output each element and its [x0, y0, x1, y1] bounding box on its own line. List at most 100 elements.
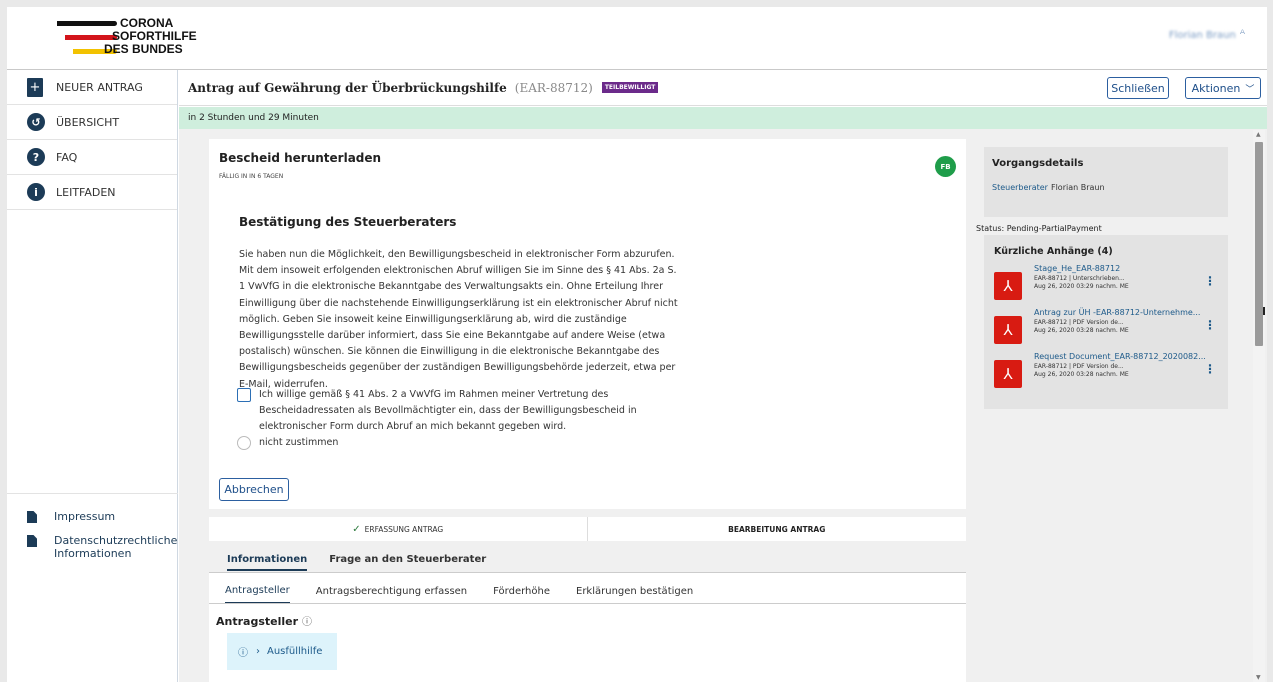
avatar[interactable]: FB — [935, 156, 956, 177]
countdown-banner: in 2 Stunden und 29 Minuten — [179, 107, 1267, 129]
fill-help-label: Ausfüllhilfe — [267, 646, 323, 657]
section-title-text: Antragsteller — [216, 615, 299, 628]
main-content: Bescheid herunterladen FÄLLIG IN IN 6 TA… — [179, 129, 1267, 682]
case-title-bar: Antrag auf Gewährung der Überbrückungshi… — [179, 70, 1267, 106]
new-document-icon: + — [27, 77, 43, 97]
case-details-panel: Vorgangsdetails Steuerberater Florian Bra… — [984, 147, 1228, 217]
case-details-title: Vorgangsdetails — [992, 158, 1084, 169]
status-text: Status: Pending-PartialPayment — [976, 224, 1102, 233]
help-circle-icon: ⓘ — [238, 648, 248, 659]
user-name: Florian Braun — [1168, 30, 1236, 41]
attachment-date: Aug 26, 2020 03:28 nachm. ME — [1034, 371, 1129, 378]
brand-line-2: SOFORTHILFE — [112, 29, 197, 43]
step-label: BEARBEITUNG ANTRAG — [728, 524, 826, 534]
scrollbar-thumb[interactable] — [1255, 142, 1263, 346]
document-icon — [27, 535, 37, 547]
sidebar-footer: Impressum Datenschutzrechtliche Informat… — [7, 493, 178, 571]
text-cursor-icon — [1263, 307, 1265, 315]
task-title: Bescheid herunterladen — [219, 151, 382, 165]
user-menu[interactable]: Florian Braun ᴬ — [1169, 27, 1245, 41]
sidebar-item-new-application[interactable]: + NEUER ANTRAG — [7, 70, 177, 105]
decline-option[interactable]: nicht zustimmen — [237, 435, 338, 451]
sidebar-item-overview[interactable]: ↺ ÜBERSICHT — [7, 105, 177, 140]
attachment-name[interactable]: Stage_He_EAR-88712 — [1034, 264, 1120, 273]
cancel-button[interactable]: Abbrechen — [219, 478, 289, 501]
progress-steps: ✓ ERFASSUNG ANTRAG BEARBEITUNG ANTRAG — [209, 517, 966, 541]
attachment-name[interactable]: Request Document_EAR-88712_2020082... — [1034, 352, 1206, 361]
subtab-declarations[interactable]: Erklärungen bestätigen — [576, 586, 693, 603]
section-title: Antragsteller ⓘ — [216, 613, 312, 628]
more-options-icon[interactable]: ⋮ — [1204, 362, 1216, 376]
privacy-link[interactable]: Datenschutzrechtliche Informationen — [7, 534, 178, 560]
decline-radio[interactable] — [237, 436, 251, 450]
case-reference: (EAR-88712) — [514, 80, 593, 95]
step-capture[interactable]: ✓ ERFASSUNG ANTRAG — [209, 517, 588, 541]
actions-button-label: Aktionen — [1191, 81, 1241, 95]
tax-advisor-label: Steuerberater — [992, 183, 1048, 192]
history-icon: ↺ — [27, 113, 45, 131]
attachment-item[interactable]: ⅄ Antrag zur ÜH -EAR-88712-Unternehme...… — [994, 308, 1222, 348]
brand-line-3: DES BUNDES — [104, 42, 183, 56]
vertical-scrollbar[interactable]: ▲ ▼ — [1253, 130, 1265, 682]
tab-information[interactable]: Informationen — [227, 549, 308, 571]
tab-question-tax-advisor[interactable]: Frage an den Steuerberater — [329, 549, 486, 569]
tax-advisor-row: Steuerberater Florian Braun — [992, 183, 1105, 192]
brand-line-1: CORONA — [120, 16, 174, 30]
question-icon: ? — [27, 148, 45, 166]
attachment-date: Aug 26, 2020 03:29 nachm. ME — [1034, 283, 1129, 290]
app-window: CORONA SOFORTHILFE DES BUNDES Florian Br… — [7, 7, 1267, 682]
info-icon: i — [27, 183, 45, 201]
sidebar-item-label: LEITFADEN — [56, 185, 116, 199]
sidebar-item-guide[interactable]: i LEITFADEN — [7, 175, 177, 210]
brand-logo[interactable]: CORONA SOFORTHILFE DES BUNDES — [57, 15, 207, 59]
more-options-icon[interactable]: ⋮ — [1204, 274, 1216, 288]
subtab-funding-amount[interactable]: Förderhöhe — [493, 586, 550, 603]
attachment-item[interactable]: ⅄ Request Document_EAR-88712_2020082... … — [994, 352, 1222, 392]
task-due-date: FÄLLIG IN IN 6 TAGEN — [219, 173, 284, 180]
sidebar: + NEUER ANTRAG ↺ ÜBERSICHT ? FAQ i LEITF… — [7, 70, 178, 682]
attachment-date: Aug 26, 2020 03:28 nachm. ME — [1034, 327, 1129, 334]
consent-heading: Bestätigung des Steuerberaters — [239, 215, 457, 229]
scroll-down-icon[interactable]: ▼ — [1256, 674, 1261, 681]
pdf-file-icon: ⅄ — [994, 272, 1022, 300]
imprint-label: Impressum — [54, 510, 116, 523]
pdf-file-icon: ⅄ — [994, 360, 1022, 388]
subtab-eligibility[interactable]: Antragsberechtigung erfassen — [316, 586, 467, 603]
sidebar-item-label: NEUER ANTRAG — [56, 80, 143, 94]
close-button[interactable]: Schließen — [1107, 77, 1169, 99]
scroll-up-icon[interactable]: ▲ — [1256, 131, 1261, 138]
actions-dropdown-button[interactable]: Aktionen ﹀ — [1185, 77, 1261, 99]
logo-black-stripe — [57, 21, 117, 26]
logo-red-stripe — [65, 35, 117, 40]
tax-advisor-name: Florian Braun — [1050, 183, 1105, 192]
attachment-meta: EAR-88712 | PDF Version de... — [1034, 319, 1124, 326]
attachment-name[interactable]: Antrag zur ÜH -EAR-88712-Unternehme... — [1034, 308, 1200, 317]
step-processing[interactable]: BEARBEITUNG ANTRAG — [588, 517, 967, 541]
main-tabs: Informationen Frage an den Steuerberater — [209, 549, 966, 573]
decline-option-label: nicht zustimmen — [259, 437, 339, 448]
consent-checkbox[interactable] — [237, 388, 251, 402]
close-button-label: Schließen — [1111, 81, 1165, 95]
sidebar-item-label: FAQ — [56, 150, 78, 164]
sidebar-item-label: ÜBERSICHT — [56, 115, 120, 129]
checkmark-icon: ✓ — [352, 523, 361, 535]
task-card: Bescheid herunterladen FÄLLIG IN IN 6 TA… — [209, 139, 966, 509]
top-bar: CORONA SOFORTHILFE DES BUNDES Florian Br… — [7, 7, 1267, 70]
fill-help-toggle[interactable]: ⓘ › Ausfüllhilfe — [227, 633, 337, 670]
sidebar-item-faq[interactable]: ? FAQ — [7, 140, 177, 175]
help-circle-icon[interactable]: ⓘ — [302, 617, 312, 628]
pdf-file-icon: ⅄ — [994, 316, 1022, 344]
imprint-link[interactable]: Impressum — [7, 510, 178, 523]
attachment-item[interactable]: ⅄ Stage_He_EAR-88712 EAR-88712 | Untersc… — [994, 264, 1222, 304]
attachments-title: Kürzliche Anhänge (4) — [994, 246, 1113, 257]
chevron-right-icon: › — [256, 646, 260, 657]
consent-option[interactable]: Ich willige gemäß § 41 Abs. 2 a VwVfG im… — [237, 387, 707, 436]
document-icon — [27, 511, 37, 523]
chevron-down-icon: ﹀ — [1245, 84, 1255, 95]
form-subtabs: Antragsteller Antragsberechtigung erfass… — [209, 573, 966, 604]
subtab-applicant[interactable]: Antragsteller — [225, 585, 290, 603]
privacy-label: Datenschutzrechtliche Informationen — [54, 534, 178, 560]
more-options-icon[interactable]: ⋮ — [1204, 318, 1216, 332]
recent-attachments-panel: Kürzliche Anhänge (4) ⅄ Stage_He_EAR-887… — [984, 235, 1228, 409]
status-badge: TEILBEWILLIGT — [601, 82, 659, 93]
